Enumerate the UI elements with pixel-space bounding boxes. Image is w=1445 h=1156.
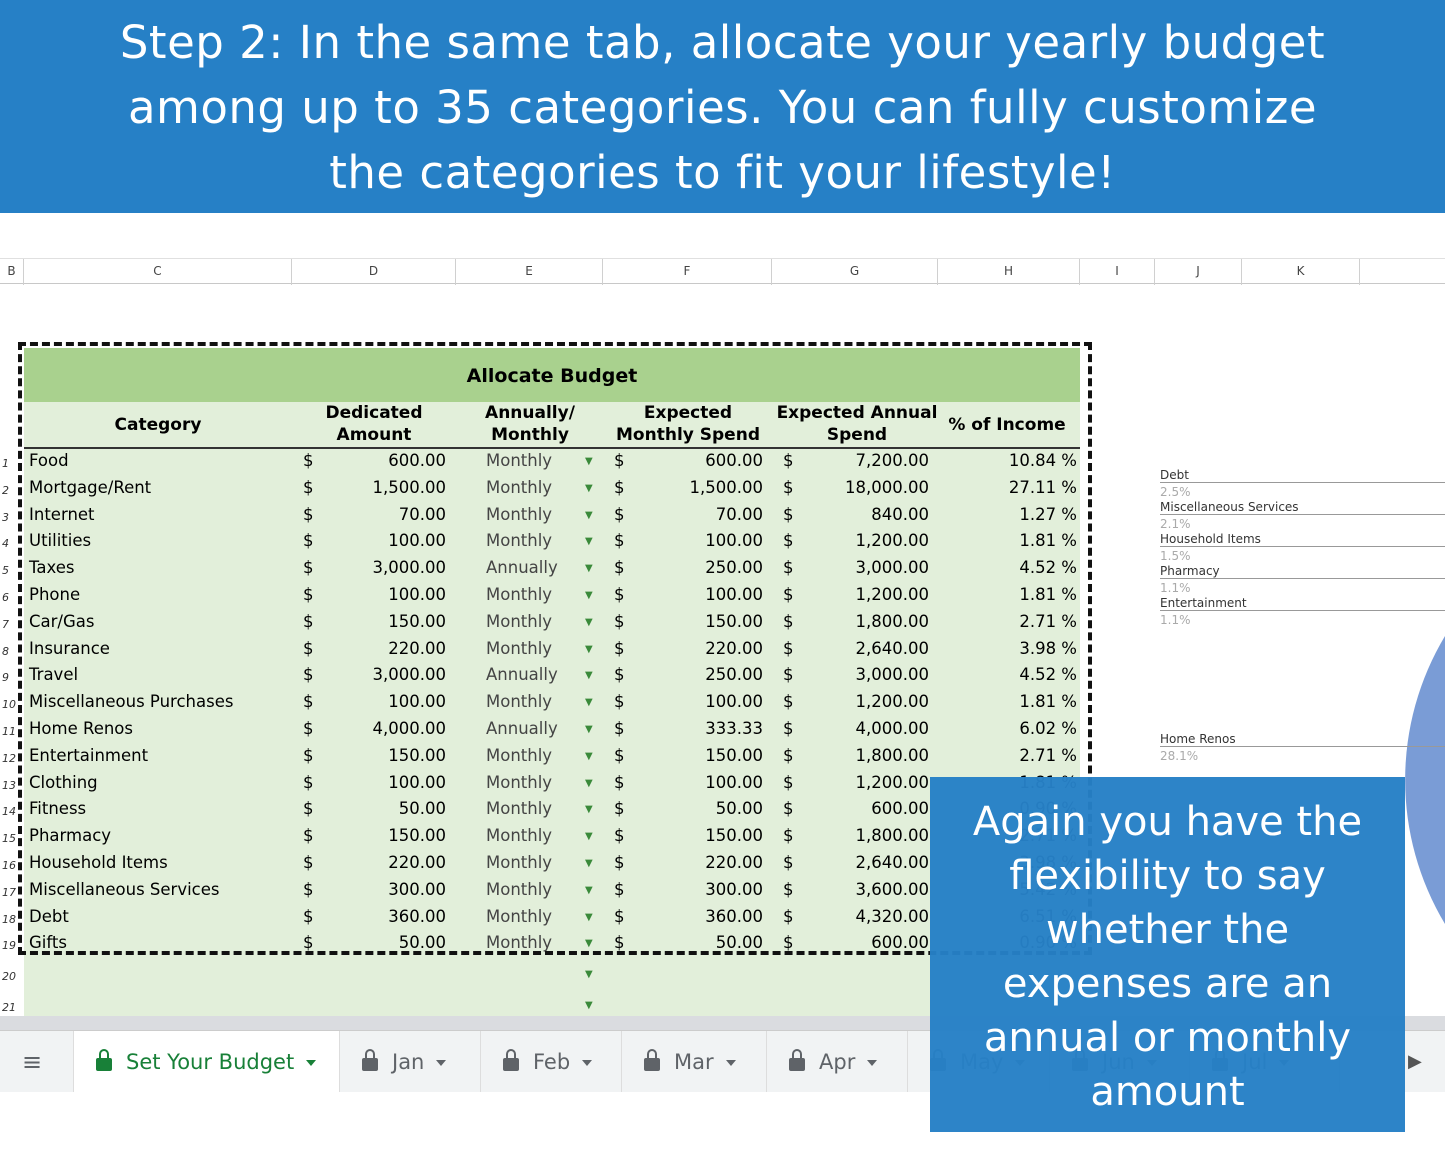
- banner-line: Step 2: In the same tab, allocate your y…: [119, 16, 1326, 69]
- sheet-tab-label: Feb: [533, 1050, 571, 1074]
- sheet-tab-feb[interactable]: Feb: [481, 1031, 622, 1092]
- sheet-tab-apr[interactable]: Apr: [767, 1031, 908, 1092]
- dropdown-arrow-icon[interactable]: ▼: [585, 1000, 593, 1011]
- chart-label-name: Pharmacy: [1160, 564, 1445, 579]
- column-header-g[interactable]: G: [772, 259, 938, 285]
- chart-label-name: Entertainment: [1160, 596, 1445, 611]
- callout-line: Again you have the: [972, 799, 1363, 845]
- banner-line: among up to 35 categories. You can fully…: [127, 81, 1318, 134]
- chart-label-percent: 2.5%: [1160, 485, 1191, 499]
- all-sheets-menu-icon[interactable]: ≡: [0, 1031, 74, 1092]
- row-number[interactable]: 20: [2, 970, 22, 983]
- chart-label-percent: 1.1%: [1160, 613, 1191, 627]
- callout-line: expenses are an: [1002, 961, 1333, 1007]
- chart-label-percent: 2.1%: [1160, 517, 1191, 531]
- callout-line: whether the: [1045, 907, 1290, 953]
- chart-label-percent: 1.1%: [1160, 581, 1191, 595]
- sheet-tab-mar[interactable]: Mar: [622, 1031, 767, 1092]
- chevron-down-icon[interactable]: [725, 1060, 736, 1066]
- chart-label-name: Debt: [1160, 468, 1445, 483]
- chevron-down-icon[interactable]: [582, 1060, 593, 1066]
- callout-line: annual or monthly: [983, 1015, 1352, 1061]
- chevron-down-icon[interactable]: [867, 1060, 878, 1066]
- chart-label-percent: 28.1%: [1160, 749, 1199, 763]
- column-header-b[interactable]: B: [0, 259, 24, 285]
- chevron-down-icon[interactable]: [436, 1060, 447, 1066]
- sheet-tab-label: Apr: [819, 1050, 856, 1074]
- chevron-down-icon[interactable]: [306, 1060, 317, 1066]
- pie-chart: [1405, 636, 1445, 924]
- column-header-d[interactable]: D: [292, 259, 456, 285]
- pie-chart-slice: [1405, 636, 1445, 924]
- lock-icon: [96, 1049, 112, 1071]
- column-header-i[interactable]: I: [1080, 259, 1155, 285]
- chart-label-name: Miscellaneous Services: [1160, 500, 1445, 515]
- scroll-right-icon[interactable]: ▶: [1408, 1031, 1422, 1093]
- lock-icon: [789, 1049, 805, 1071]
- lock-icon: [362, 1049, 378, 1071]
- lock-icon: [503, 1049, 519, 1071]
- column-header-c[interactable]: C: [24, 259, 292, 285]
- dropdown-arrow-icon[interactable]: ▼: [585, 969, 593, 980]
- sheet-tab-jan[interactable]: Jan: [340, 1031, 481, 1092]
- sheet-tab-label: Jan: [392, 1050, 425, 1074]
- column-headers: BCDEFGHIJK: [0, 258, 1445, 285]
- chart-label-name: Home Renos: [1160, 732, 1445, 747]
- lock-icon: [644, 1049, 660, 1071]
- column-header-e[interactable]: E: [456, 259, 603, 285]
- column-header-k[interactable]: K: [1242, 259, 1360, 285]
- callout-line: flexibility to say: [1009, 853, 1326, 899]
- instruction-banner: Step 2: In the same tab, allocate your y…: [0, 0, 1445, 213]
- table-row-empty: 20 ▼: [0, 962, 1080, 989]
- row-number[interactable]: 21: [2, 1001, 22, 1014]
- chart-label-percent: 1.5%: [1160, 549, 1191, 563]
- column-header-f[interactable]: F: [603, 259, 772, 285]
- chart-label-name: Household Items: [1160, 532, 1445, 547]
- sheet-tab-set-your-budget[interactable]: Set Your Budget: [74, 1031, 340, 1092]
- callout-line: amount: [1090, 1069, 1245, 1115]
- callout-box: Again you have the flexibility to say wh…: [930, 777, 1405, 1132]
- sheet-tab-label: Mar: [674, 1050, 714, 1074]
- column-header-h[interactable]: H: [938, 259, 1080, 285]
- column-header-j[interactable]: J: [1155, 259, 1242, 285]
- banner-line: the categories to fit your lifestyle!: [329, 146, 1116, 199]
- sheet-tab-label: Set Your Budget: [126, 1050, 295, 1074]
